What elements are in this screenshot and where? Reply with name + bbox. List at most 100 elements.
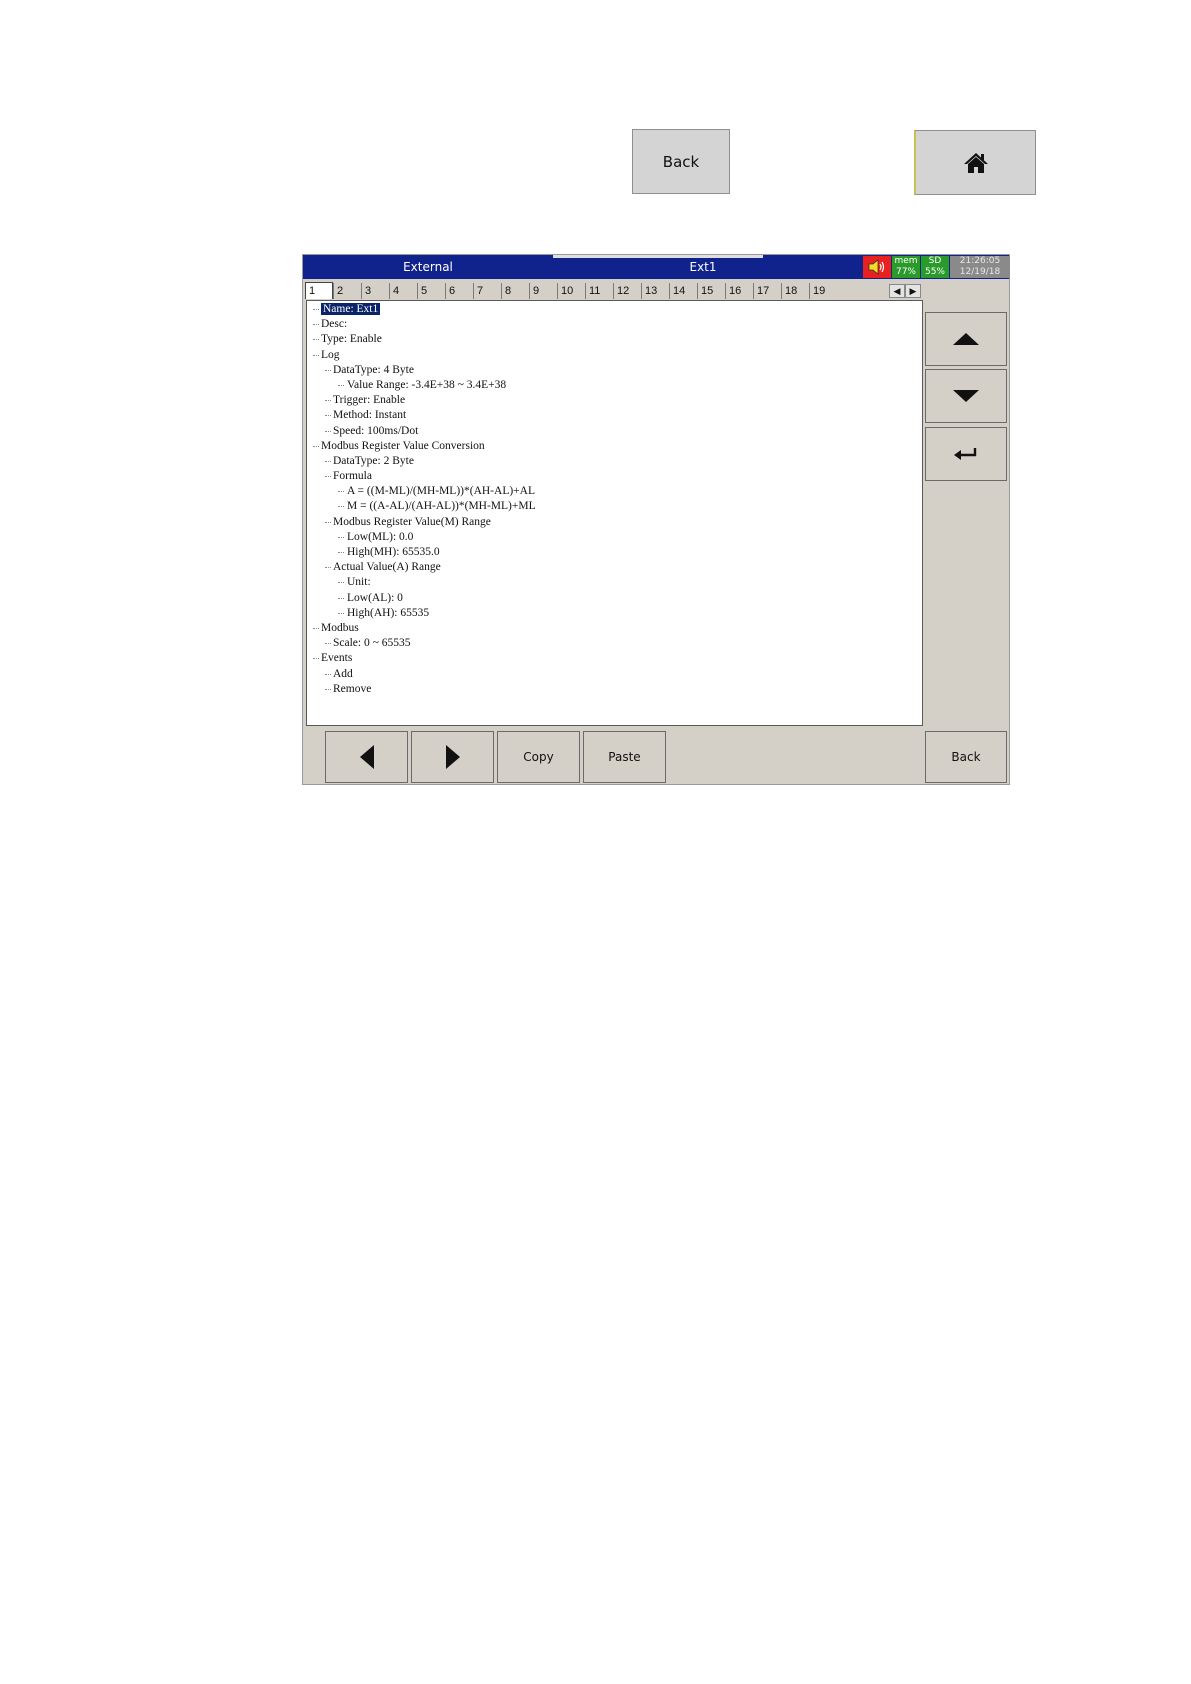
tree-item[interactable]: Scale: 0 ~ 65535 <box>307 636 922 651</box>
enter-icon <box>954 448 977 460</box>
tab-5[interactable]: 5 <box>417 283 445 299</box>
tab-6[interactable]: 6 <box>445 283 473 299</box>
tree-item[interactable]: DataType: 4 Byte <box>307 363 922 378</box>
tree-item[interactable]: Value Range: -3.4E+38 ~ 3.4E+38 <box>307 378 922 393</box>
tree-item[interactable]: Speed: 100ms/Dot <box>307 424 922 439</box>
next-button[interactable] <box>411 731 494 783</box>
tree-item-label: DataType: 2 Byte <box>333 454 414 467</box>
tree-item-label: Low(ML): 0.0 <box>347 530 414 543</box>
tab-15[interactable]: 15 <box>697 283 725 299</box>
tree-item[interactable]: Trigger: Enable <box>307 393 922 408</box>
sd-status: SD 55% <box>921 256 949 278</box>
tree-item-label: High(AH): 65535 <box>347 606 430 619</box>
tree-item-label: Events <box>321 652 353 665</box>
tree-item[interactable]: Modbus Register Value Conversion <box>307 439 922 454</box>
arrow-down-icon <box>953 390 979 402</box>
tab-scroll-left-icon[interactable]: ◀ <box>889 284 905 298</box>
arrow-up-icon <box>953 333 979 345</box>
tab-7[interactable]: 7 <box>473 283 501 299</box>
tree-item[interactable]: Type: Enable <box>307 332 922 347</box>
tree-item-label: Trigger: Enable <box>333 394 406 407</box>
tree-item-label: Method: Instant <box>333 409 407 422</box>
copy-button[interactable]: Copy <box>497 731 580 783</box>
tab-9[interactable]: 9 <box>529 283 557 299</box>
datetime-status: 21:26:05 12/19/18 <box>950 256 1010 278</box>
clock-time: 21:26:05 <box>959 256 1001 266</box>
tree-item[interactable]: M = ((A-AL)/(AH-AL))*(MH-ML)+ML <box>307 499 922 514</box>
tree-item-label: Type: Enable <box>321 333 382 346</box>
tab-1[interactable]: 1 <box>305 282 333 299</box>
tree-item[interactable]: Modbus <box>307 621 922 636</box>
tree-item[interactable]: Modbus Register Value(M) Range <box>307 515 922 530</box>
tab-scroll-buttons: ◀ ▶ <box>889 284 923 298</box>
tree-item-label: Value Range: -3.4E+38 ~ 3.4E+38 <box>347 378 507 391</box>
tab-18[interactable]: 18 <box>781 283 809 299</box>
tab-2[interactable]: 2 <box>333 283 361 299</box>
tree-item[interactable]: Add <box>307 667 922 682</box>
tree-item-label: Low(AL): 0 <box>347 591 403 604</box>
channel-tabs: 1 2 3 4 5 6 7 8 9 10 11 12 13 14 15 16 17 18 19 ◀ ▶ <box>305 282 923 299</box>
tab-10[interactable]: 10 <box>557 283 585 299</box>
tree-item-label: Actual Value(A) Range <box>333 561 441 574</box>
tree-item[interactable]: Name: Ext1 <box>307 302 922 317</box>
tree-item-label: Scale: 0 ~ 65535 <box>333 637 411 650</box>
tree-item[interactable]: Actual Value(A) Range <box>307 560 922 575</box>
tree-item[interactable]: Formula <box>307 469 922 484</box>
arrow-left-icon <box>359 745 374 769</box>
tree-item[interactable]: Low(AL): 0 <box>307 591 922 606</box>
tree-item-label: Modbus Register Value Conversion <box>321 439 485 452</box>
top-home-button[interactable] <box>914 130 1036 195</box>
tree-item-label: Modbus <box>321 621 359 634</box>
tree-item-label: Desc: <box>321 318 348 331</box>
tab-12[interactable]: 12 <box>613 283 641 299</box>
tree-item[interactable]: Log <box>307 348 922 363</box>
mem-status: mem 77% <box>892 256 920 278</box>
sd-value: 55% <box>924 267 945 277</box>
tree-item[interactable]: Method: Instant <box>307 408 922 423</box>
tree-item-label: A = ((M-ML)/(MH-ML))*(AH-AL)+AL <box>347 485 535 498</box>
scroll-up-button[interactable] <box>925 312 1007 366</box>
tree-item[interactable]: A = ((M-ML)/(MH-ML))*(AH-AL)+AL <box>307 484 922 499</box>
top-back-button[interactable]: Back <box>632 129 730 194</box>
tree-item[interactable]: High(AH): 65535 <box>307 606 922 621</box>
top-back-label: Back <box>662 152 700 171</box>
copy-label: Copy <box>523 750 554 764</box>
back-button[interactable]: Back <box>925 731 1007 783</box>
tree-item[interactable]: Low(ML): 0.0 <box>307 530 922 545</box>
tree-item[interactable]: Unit: <box>307 575 922 590</box>
prev-button[interactable] <box>325 731 408 783</box>
tab-17[interactable]: 17 <box>753 283 781 299</box>
scroll-down-button[interactable] <box>925 369 1007 423</box>
tab-19[interactable]: 19 <box>809 283 837 299</box>
tree-item-label: DataType: 4 Byte <box>333 363 414 376</box>
tree-item-label: Log <box>321 348 340 361</box>
paste-label: Paste <box>608 750 641 764</box>
tab-16[interactable]: 16 <box>725 283 753 299</box>
tab-13[interactable]: 13 <box>641 283 669 299</box>
tab-4[interactable]: 4 <box>389 283 417 299</box>
tree-item-label: Remove <box>333 682 372 695</box>
tree-item[interactable]: Remove <box>307 682 922 697</box>
tab-8[interactable]: 8 <box>501 283 529 299</box>
back-label: Back <box>951 750 981 764</box>
title-right: Ext1 <box>689 260 717 274</box>
tree-item[interactable]: High(MH): 65535.0 <box>307 545 922 560</box>
arrow-right-icon <box>445 745 460 769</box>
title-bar: External Ext1 mem 77% SD 55% 21:26:05 12… <box>303 255 1010 279</box>
tree-item-label: Formula <box>333 470 372 483</box>
tree-item[interactable]: DataType: 2 Byte <box>307 454 922 469</box>
tab-11[interactable]: 11 <box>585 283 613 299</box>
sd-label: SD <box>928 256 942 266</box>
speaker-icon[interactable] <box>863 256 891 278</box>
tab-3[interactable]: 3 <box>361 283 389 299</box>
paste-button[interactable]: Paste <box>583 731 666 783</box>
tree-item-label: Speed: 100ms/Dot <box>333 424 419 437</box>
tab-scroll-right-icon[interactable]: ▶ <box>905 284 921 298</box>
tree-item-label: M = ((A-AL)/(AH-AL))*(MH-ML)+ML <box>347 500 536 513</box>
tree-item[interactable]: Events <box>307 651 922 666</box>
tab-14[interactable]: 14 <box>669 283 697 299</box>
tree-item[interactable]: Desc: <box>307 317 922 332</box>
home-icon <box>963 152 988 173</box>
mem-label: mem <box>894 256 918 266</box>
enter-button[interactable] <box>925 427 1007 481</box>
